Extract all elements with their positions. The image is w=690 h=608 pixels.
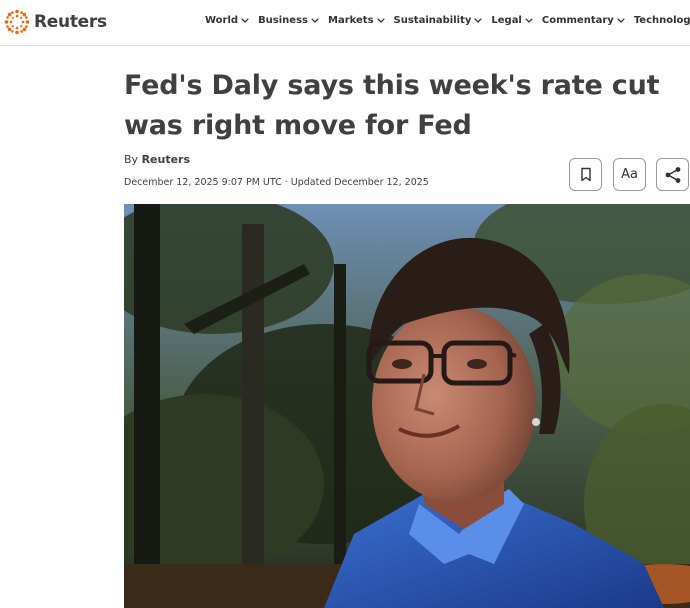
chevron-down-icon xyxy=(376,18,385,23)
chevron-down-icon xyxy=(474,18,483,23)
nav-item-label: Sustainability xyxy=(393,15,472,26)
font-size-button[interactable]: Aa xyxy=(613,158,646,191)
nav-item-label: Markets xyxy=(328,15,374,26)
nav-item-label: World xyxy=(205,15,239,26)
reuters-logo-text: Reuters xyxy=(34,12,107,32)
top-navigation-bar: Reuters World Business Markets Sustainab… xyxy=(0,0,690,46)
nav-item-commentary[interactable]: Commentary xyxy=(542,15,634,26)
article-lead-photo xyxy=(124,204,690,608)
author-link[interactable]: Reuters xyxy=(142,153,190,166)
byline: By Reuters xyxy=(124,153,190,166)
byline-prefix: By xyxy=(124,153,139,166)
chevron-down-icon xyxy=(311,18,319,23)
reuters-logo-icon xyxy=(4,9,30,35)
section-nav: World Business Markets Sustainability Le… xyxy=(205,15,690,26)
portrait-photo-illustration xyxy=(124,204,690,608)
chevron-down-icon xyxy=(617,18,625,23)
bookmark-button[interactable] xyxy=(569,158,602,191)
nav-item-business[interactable]: Business xyxy=(258,15,328,26)
nav-item-label: Legal xyxy=(491,15,522,26)
chevron-down-icon xyxy=(525,18,533,23)
nav-item-label: Business xyxy=(258,15,308,26)
nav-item-world[interactable]: World xyxy=(205,15,258,26)
article-headline: Fed's Daly says this week's rate cut was… xyxy=(124,70,660,141)
nav-item-markets[interactable]: Markets xyxy=(328,15,394,26)
nav-item-legal[interactable]: Legal xyxy=(491,15,542,26)
share-button[interactable] xyxy=(656,158,689,191)
bookmark-icon xyxy=(580,167,591,182)
chevron-down-icon xyxy=(241,18,249,23)
nav-item-sustainability[interactable]: Sustainability xyxy=(394,15,492,26)
nav-item-label: Commentary xyxy=(541,15,614,26)
dateline: December 12, 2025 9:07 PM UTC · Updated … xyxy=(124,177,429,188)
nav-item-label: Technology xyxy=(633,15,690,26)
nav-item-technology[interactable]: Technology xyxy=(634,15,690,26)
share-icon xyxy=(665,166,680,183)
reuters-logo[interactable]: Reuters xyxy=(4,8,107,36)
